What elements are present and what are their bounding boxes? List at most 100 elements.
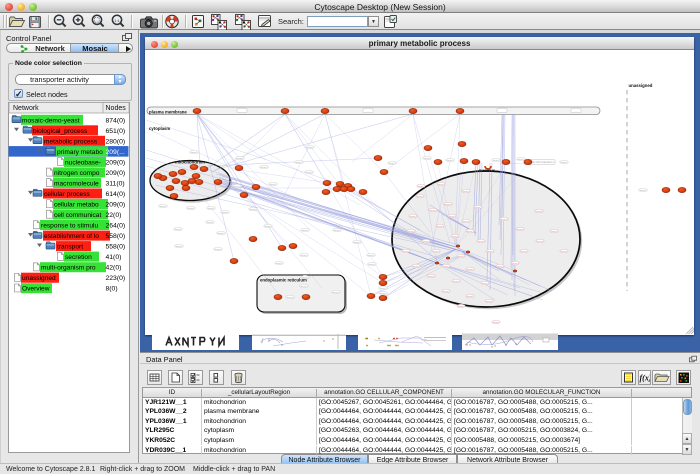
svg-text:biological_process: biological_process: [33, 128, 88, 135]
svg-text:Gene(-): Gene(-): [332, 292, 340, 294]
svg-text:Gene(-): Gene(-): [639, 190, 647, 192]
svg-text:Gene(-): Gene(-): [535, 211, 543, 213]
svg-text:Gene(-): Gene(-): [457, 256, 465, 258]
svg-text:Gene(-): Gene(-): [452, 281, 460, 283]
svg-text:Gene(-): Gene(-): [233, 186, 241, 188]
svg-text:Gene(-): Gene(-): [462, 191, 470, 193]
svg-text:Gene(-): Gene(-): [368, 264, 376, 266]
svg-text:Gene(-): Gene(-): [221, 212, 229, 214]
svg-text:209(0): 209(0): [106, 170, 126, 177]
svg-text:41(0): 41(0): [106, 254, 122, 261]
svg-text:response to stimulu: response to stimulu: [41, 223, 99, 230]
svg-text:Gene(-): Gene(-): [416, 196, 424, 198]
svg-text:Gene(-): Gene(-): [560, 251, 568, 253]
svg-text:Gene(-): Gene(-): [190, 152, 198, 154]
svg-text:Gene(-): Gene(-): [286, 297, 294, 299]
svg-text:unassigned: unassigned: [22, 275, 56, 282]
svg-text:Gene(-): Gene(-): [442, 291, 450, 293]
svg-text:Gene(-): Gene(-): [174, 229, 182, 231]
svg-text:Gene(-): Gene(-): [462, 221, 470, 223]
svg-text:plasma membrane: plasma membrane: [149, 110, 187, 115]
svg-text:Gene(-): Gene(-): [264, 226, 272, 228]
svg-text:Gene(-): Gene(-): [388, 163, 396, 165]
svg-text:endoplasmic reticulum: endoplasmic reticulum: [260, 278, 307, 283]
svg-text:Gene(-): Gene(-): [249, 209, 257, 211]
svg-text:209(...: 209(...: [106, 149, 125, 156]
svg-text:Gene(-): Gene(-): [333, 230, 341, 232]
svg-text:Gene(-): Gene(-): [520, 251, 528, 253]
svg-text:Gene(-): Gene(-): [379, 288, 387, 290]
svg-text:Gene(-): Gene(-): [444, 204, 452, 206]
svg-text:311(0): 311(0): [106, 180, 125, 187]
svg-text:multi-organism pro: multi-organism pro: [41, 265, 96, 272]
svg-text:874(0): 874(0): [106, 117, 126, 124]
svg-text:Gene(-): Gene(-): [511, 263, 519, 265]
svg-text:264(0): 264(0): [106, 223, 126, 230]
svg-text:1:1: 1:1: [114, 18, 120, 23]
svg-text:Gene(-): Gene(-): [516, 229, 524, 231]
svg-text:Gene(-): Gene(-): [429, 210, 437, 212]
svg-text:Gene(-): Gene(-): [207, 208, 215, 210]
svg-text:Gene(-): Gene(-): [550, 231, 558, 233]
svg-text:Gene(-): Gene(-): [300, 286, 308, 288]
svg-text:cellular metabo: cellular metabo: [54, 202, 99, 209]
svg-text:Gene(-): Gene(-): [492, 322, 500, 324]
svg-text:mitochondrion: mitochondrion: [175, 160, 205, 165]
svg-text:209(0): 209(0): [106, 159, 126, 166]
svg-text:Gene(-): Gene(-): [457, 306, 465, 308]
svg-text:Gene(-): Gene(-): [353, 242, 361, 244]
svg-text:Gene(-): Gene(-): [269, 184, 277, 186]
svg-text:209(0): 209(0): [106, 202, 126, 209]
svg-text:223(0): 223(0): [106, 275, 126, 282]
svg-text:Gene(-): Gene(-): [466, 296, 474, 298]
svg-text:Gene(-): Gene(-): [451, 236, 459, 238]
svg-text:macromolecule: macromolecule: [54, 180, 99, 187]
svg-text:Gene(-): Gene(-): [466, 269, 474, 271]
svg-text:Gene(-): Gene(-): [422, 241, 430, 243]
svg-text:Gene(-): Gene(-): [466, 231, 474, 233]
svg-text:establishment of lo: establishment of lo: [44, 233, 99, 240]
svg-text:Gene(-): Gene(-): [301, 230, 309, 232]
svg-text:Gene(-): Gene(-): [206, 222, 214, 224]
svg-text:Gene(-): Gene(-): [412, 266, 420, 268]
svg-text:Gene(-): Gene(-): [481, 283, 489, 285]
svg-text:Gene(-): Gene(-): [217, 233, 225, 235]
svg-text:558(0): 558(0): [106, 233, 126, 240]
svg-text:primary metabo: primary metabo: [57, 149, 103, 156]
svg-text:Gene(-): Gene(-): [295, 162, 303, 164]
svg-text:secretion: secretion: [65, 254, 92, 261]
svg-text:Gene(-): Gene(-): [367, 255, 375, 257]
svg-text:Gene(-): Gene(-): [477, 241, 485, 243]
svg-text:transport: transport: [57, 244, 83, 251]
svg-text:Gene(-): Gene(-): [417, 186, 425, 188]
svg-text:280(0): 280(0): [106, 138, 126, 145]
svg-text:614(0): 614(0): [106, 191, 126, 198]
svg-text:Gene(-): Gene(-): [260, 167, 268, 169]
svg-text:8(0): 8(0): [106, 286, 118, 293]
svg-text:Gene(-): Gene(-): [485, 301, 493, 303]
svg-text:cytoplasm: cytoplasm: [149, 126, 170, 131]
svg-text:Gene(-): Gene(-): [187, 208, 195, 210]
svg-text:Gene(-): Gene(-): [432, 251, 440, 253]
svg-text:Gene(-): Gene(-): [436, 226, 444, 228]
svg-text:Gene(-): Gene(-): [175, 246, 183, 248]
svg-text:Gene(-): Gene(-): [407, 231, 415, 233]
svg-text:Gene(-): Gene(-): [427, 276, 435, 278]
svg-text:Gene(-): Gene(-): [409, 216, 417, 218]
svg-text:42(0): 42(0): [106, 265, 122, 272]
svg-text:Gene(-): Gene(-): [474, 207, 482, 209]
svg-text:Gene(-): Gene(-): [448, 216, 456, 218]
svg-text:Gene(-): Gene(-): [379, 293, 387, 295]
svg-text:Gene(-): Gene(-): [536, 241, 544, 243]
svg-text:f(x): f(x): [640, 374, 651, 383]
svg-text:651(0): 651(0): [106, 128, 126, 135]
svg-text:metabolic process: metabolic process: [44, 138, 98, 145]
svg-text:nucleobase-: nucleobase-: [65, 159, 101, 166]
svg-text:Gene(-): Gene(-): [300, 255, 308, 257]
svg-text:mosaic-demo-yeast: mosaic-demo-yeast: [22, 117, 80, 124]
svg-text:Gene(-): Gene(-): [214, 249, 222, 251]
svg-text:Gene(-): Gene(-): [275, 263, 283, 265]
svg-text:Gene(-): Gene(-): [446, 160, 454, 162]
svg-text:Nodes: Nodes: [106, 105, 127, 112]
svg-text:Gene(-): Gene(-): [496, 266, 504, 268]
